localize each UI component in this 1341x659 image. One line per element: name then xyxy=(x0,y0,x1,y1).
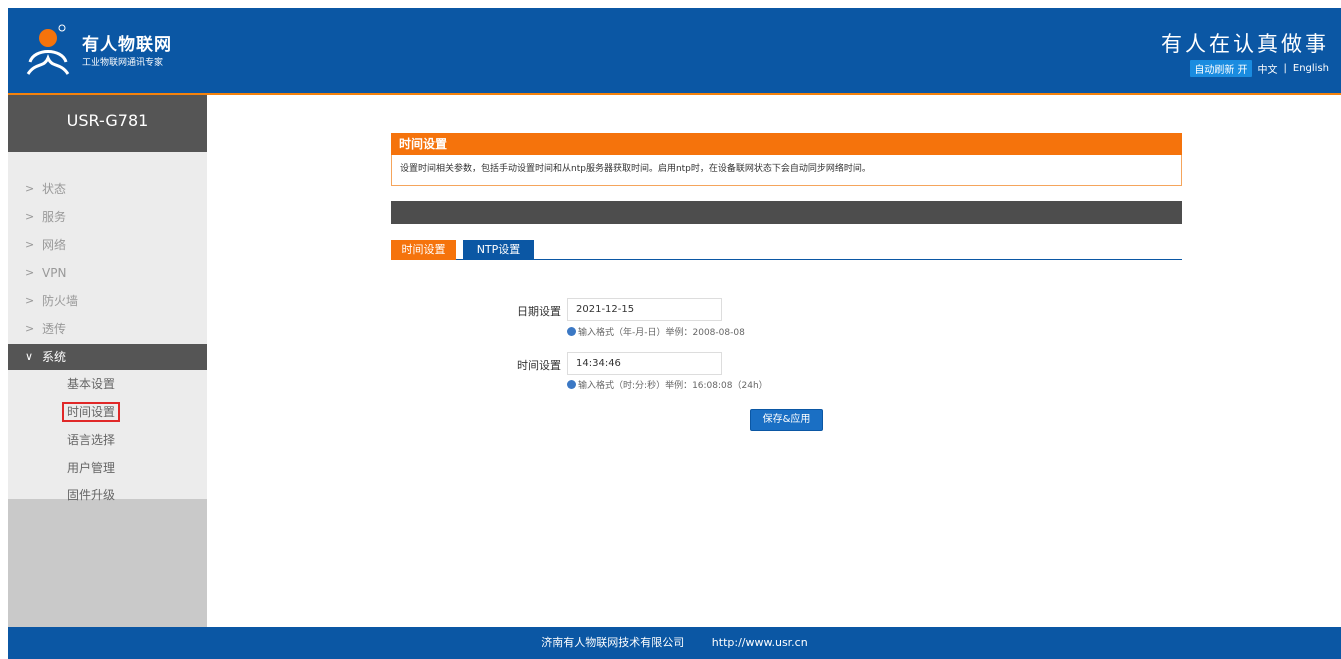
auto-refresh-toggle[interactable]: 自动刷新 开 xyxy=(1190,60,1252,77)
sidebar: USR-G781 > 状态 > 服务 > 网络 > VPN > 防火墙 > 透传… xyxy=(8,95,207,627)
panel-title: 时间设置 xyxy=(391,133,1182,155)
device-model: USR-G781 xyxy=(66,111,149,130)
model-block: USR-G781 xyxy=(8,95,207,152)
sidebar-item-service[interactable]: > 服务 xyxy=(8,204,207,230)
time-hint-text: 输入格式（时:分:秒）举例：16:08:08（24h） xyxy=(578,381,768,391)
section-bar xyxy=(391,201,1182,224)
chevron-down-icon: ∨ xyxy=(25,350,34,363)
sidebar-item-label: 网络 xyxy=(42,238,67,252)
lang-english-link[interactable]: English xyxy=(1293,63,1329,74)
time-hint: 输入格式（时:分:秒）举例：16:08:08（24h） xyxy=(567,378,768,391)
header-utils: 自动刷新 开 中文 | English xyxy=(1190,60,1329,77)
tab-time-settings[interactable]: 时间设置 xyxy=(391,240,456,260)
date-label: 日期设置 xyxy=(517,305,561,318)
sidebar-item-passthrough[interactable]: > 透传 xyxy=(8,316,207,342)
sidebar-item-label: 状态 xyxy=(42,182,67,196)
date-hint-text: 输入格式（年-月-日）举例：2008-08-08 xyxy=(578,328,745,338)
chevron-right-icon: > xyxy=(25,266,35,279)
save-apply-button[interactable]: 保存&应用 xyxy=(750,409,823,431)
lang-separator: | xyxy=(1283,63,1287,74)
submenu-user-management[interactable]: 用户管理 xyxy=(64,458,118,478)
panel-description: 设置时间相关参数，包括手动设置时间和从ntp服务器获取时间。启用ntp时，在设备… xyxy=(391,155,1182,186)
sidebar-item-firewall[interactable]: > 防火墙 xyxy=(8,288,207,314)
sidebar-item-label: 透传 xyxy=(42,322,67,336)
date-hint: 输入格式（年-月-日）举例：2008-08-08 xyxy=(567,325,745,338)
chevron-right-icon: > xyxy=(25,210,35,223)
submenu-language[interactable]: 语言选择 xyxy=(64,430,118,450)
info-icon xyxy=(567,380,576,389)
usr-logo-icon xyxy=(26,24,70,75)
sidebar-item-network[interactable]: > 网络 xyxy=(8,232,207,258)
slogan: 有人在认真做事 xyxy=(1161,32,1329,56)
submenu-firmware-upgrade[interactable]: 固件升级 xyxy=(64,485,118,505)
sidebar-item-label: 系统 xyxy=(42,350,67,364)
app-frame: 有人物联网 工业物联网通讯专家 有人在认真做事 自动刷新 开 中文 | Engl… xyxy=(8,8,1341,659)
footer-company: 济南有人物联网技术有限公司 xyxy=(541,636,685,649)
chevron-right-icon: > xyxy=(25,322,35,335)
top-header: 有人物联网 工业物联网通讯专家 有人在认真做事 自动刷新 开 中文 | Engl… xyxy=(8,8,1341,93)
brand-title: 有人物联网 xyxy=(82,35,172,55)
sidebar-item-label: 防火墙 xyxy=(42,294,79,308)
chevron-right-icon: > xyxy=(25,182,35,195)
sidebar-item-label: 服务 xyxy=(42,210,67,224)
lang-chinese-link[interactable]: 中文 xyxy=(1258,61,1278,76)
chevron-right-icon: > xyxy=(25,294,35,307)
info-icon xyxy=(567,327,576,336)
brand-subtitle: 工业物联网通讯专家 xyxy=(82,58,164,68)
main-content: 时间设置 设置时间相关参数，包括手动设置时间和从ntp服务器获取时间。启用ntp… xyxy=(207,95,1341,627)
date-input[interactable] xyxy=(567,298,722,321)
sidebar-item-system[interactable]: ∨ 系统 xyxy=(8,344,207,370)
sidebar-item-status[interactable]: > 状态 xyxy=(8,176,207,202)
chevron-right-icon: > xyxy=(25,238,35,251)
sidebar-item-label: VPN xyxy=(42,266,67,280)
footer: 济南有人物联网技术有限公司 http://www.usr.cn xyxy=(8,627,1341,659)
time-input[interactable] xyxy=(567,352,722,375)
tab-ntp-settings[interactable]: NTP设置 xyxy=(463,240,534,260)
time-label: 时间设置 xyxy=(517,359,561,372)
footer-url[interactable]: http://www.usr.cn xyxy=(712,636,808,649)
tab-bar: 时间设置 NTP设置 xyxy=(391,240,1182,260)
sidebar-item-vpn[interactable]: > VPN xyxy=(8,260,207,286)
submenu-basic-settings[interactable]: 基本设置 xyxy=(64,374,118,394)
submenu-time-settings[interactable]: 时间设置 xyxy=(62,402,121,422)
